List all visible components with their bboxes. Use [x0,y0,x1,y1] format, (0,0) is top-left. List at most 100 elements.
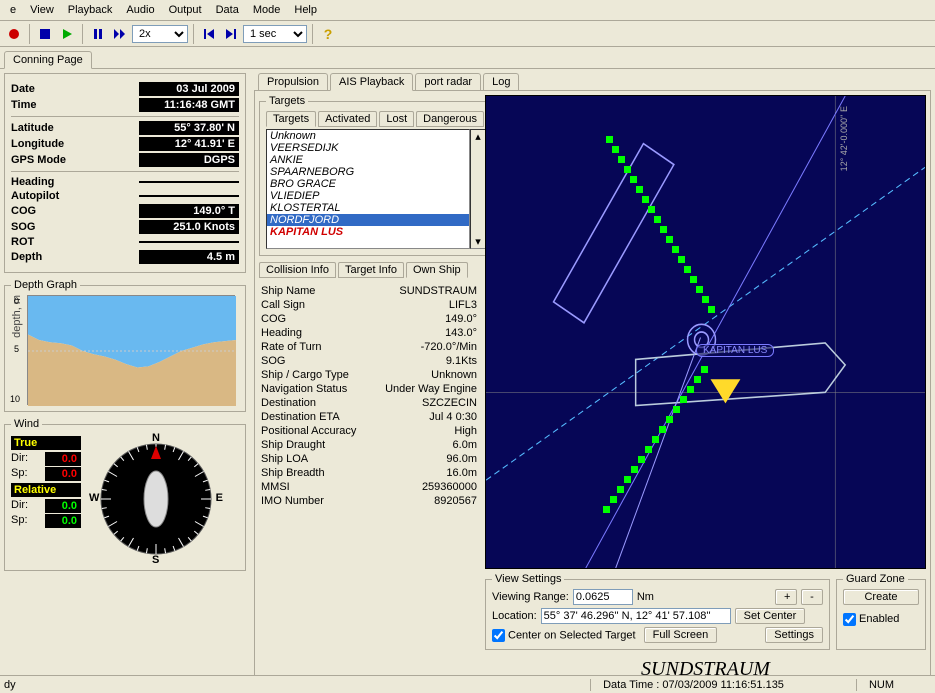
track-dot [610,496,617,503]
step-fwd-icon[interactable] [221,24,241,44]
list-item[interactable]: Unknown [267,130,469,142]
set-center-button[interactable]: Set Center [735,608,806,624]
create-guardzone-button[interactable]: Create [843,589,919,605]
subtab-activated[interactable]: Activated [318,111,377,127]
menu-item[interactable]: Audio [120,2,160,18]
record-icon[interactable] [4,24,24,44]
play-icon[interactable] [57,24,77,44]
gps-label: GPS Mode [11,154,66,166]
status-left: dy [4,679,16,691]
menu-item[interactable]: Playback [62,2,119,18]
list-item[interactable]: VEERSEDIJK [267,142,469,154]
info-row: Ship Breadth16.0m [259,466,479,480]
step-back-icon[interactable] [199,24,219,44]
settings-button[interactable]: Settings [765,627,823,643]
tab-port-radar[interactable]: port radar [415,73,481,90]
menu-item[interactable]: Mode [247,2,287,18]
guardzone-enabled-checkbox[interactable] [843,613,856,626]
list-item[interactable]: NORDFJORD [267,214,469,226]
right-tabstrip: Propulsion AIS Playback port radar Log [254,73,931,90]
sog-label: SOG [11,221,35,233]
status-num: NUM [856,679,906,691]
track-dot [659,426,666,433]
info-row: DestinationSZCZECIN [259,396,479,410]
tab-conning[interactable]: Conning Page [4,51,92,69]
track-dot [631,466,638,473]
track-dot [612,146,619,153]
time-value: 11:16:48 GMT [139,98,239,112]
tab-ais-playback[interactable]: AIS Playback [330,73,413,91]
track-dot [630,176,637,183]
track-dot [701,366,708,373]
full-screen-button[interactable]: Full Screen [644,627,718,643]
status-bar: dy Data Time : 07/03/2009 11:16:51.135 N… [0,675,935,693]
help-icon[interactable]: ? [318,24,338,44]
stop-icon[interactable] [35,24,55,44]
speed-select[interactable]: 2x [132,25,188,43]
target-list[interactable]: UnknownVEERSEDIJKANKIESPAARNEBORGBRO GRA… [266,129,470,249]
menu-item[interactable]: Help [288,2,323,18]
info-row: Heading143.0° [259,326,479,340]
subtab-target-info[interactable]: Target Info [338,262,404,278]
main-area: Date03 Jul 2009 Time11:16:48 GMT Latitud… [0,69,935,692]
list-item[interactable]: KLOSTERTAL [267,202,469,214]
hdg-label: Heading [11,176,54,188]
list-item[interactable]: VLIEDIEP [267,190,469,202]
menu-item[interactable]: View [24,2,60,18]
zoom-out-button[interactable]: - [801,589,823,605]
ais-body: Targets Targets Activated Lost Dangerous… [254,90,931,688]
location-input[interactable] [541,608,731,624]
menu-item[interactable]: Output [163,2,208,18]
wind-rel-sp: 0.0 [45,514,81,528]
tab-propulsion[interactable]: Propulsion [258,73,328,90]
track-dot [618,156,625,163]
scroll-down-icon[interactable]: ▾ [475,235,481,248]
lon-value: 12° 41.91' E [139,137,239,151]
wind-rel-label: Relative [11,483,81,497]
subtab-collision[interactable]: Collision Info [259,262,336,278]
info-row: Ship / Cargo TypeUnknown [259,368,479,382]
range-input[interactable] [573,589,633,605]
wind-true-label: True [11,436,81,450]
track-dot [654,216,661,223]
date-label: Date [11,83,35,95]
list-item[interactable]: BRO GRACE [267,178,469,190]
fast-forward-icon[interactable] [110,24,130,44]
track-dot [652,436,659,443]
depth-chart: 0 5 10 [27,295,235,405]
subtab-targets[interactable]: Targets [266,111,316,127]
menu-item[interactable]: Data [210,2,245,18]
center-checkbox-label[interactable]: Center on Selected Target [492,629,636,642]
right-area: Propulsion AIS Playback port radar Log T… [250,69,935,692]
range-label: Viewing Range: [492,591,569,603]
scroll-up-icon[interactable]: ▴ [475,130,481,143]
pause-icon[interactable] [88,24,108,44]
depth-graph-panel: Depth Graph depth, m 0 5 10 [4,279,246,412]
zoom-in-button[interactable]: + [775,589,797,605]
cog-label: COG [11,205,36,217]
info-row: Ship Draught6.0m [259,438,479,452]
subtab-lost[interactable]: Lost [379,111,414,127]
guardzone-enabled-label[interactable]: Enabled [843,613,899,625]
list-item[interactable]: KAPITAN LUS [267,226,469,238]
left-column: Date03 Jul 2009 Time11:16:48 GMT Latitud… [0,69,250,692]
center-checkbox[interactable] [492,629,505,642]
scrollbar[interactable]: ▴ ▾ [470,129,486,249]
depth-label: Depth [11,251,42,263]
track-dot [624,476,631,483]
subtab-own-ship[interactable]: Own Ship [406,262,468,278]
subtab-dangerous[interactable]: Dangerous [416,111,484,127]
cog-value: 149.0° T [139,204,239,218]
list-item[interactable]: ANKIE [267,154,469,166]
menu-item[interactable]: e [4,2,22,18]
tab-log[interactable]: Log [483,73,519,90]
radar-target-label: KAPITAN LUS [696,344,774,357]
readouts-panel: Date03 Jul 2009 Time11:16:48 GMT Latitud… [4,73,246,273]
radar-view[interactable]: KAPITAN LUS 12° 42'-0.000'' E [485,95,926,569]
list-item[interactable]: SPAARNEBORG [267,166,469,178]
track-dot [680,396,687,403]
depth-graph-title: Depth Graph [11,279,80,291]
toolbar: 2x 1 sec ? [0,21,935,47]
step-select[interactable]: 1 sec [243,25,307,43]
track-dot [603,506,610,513]
